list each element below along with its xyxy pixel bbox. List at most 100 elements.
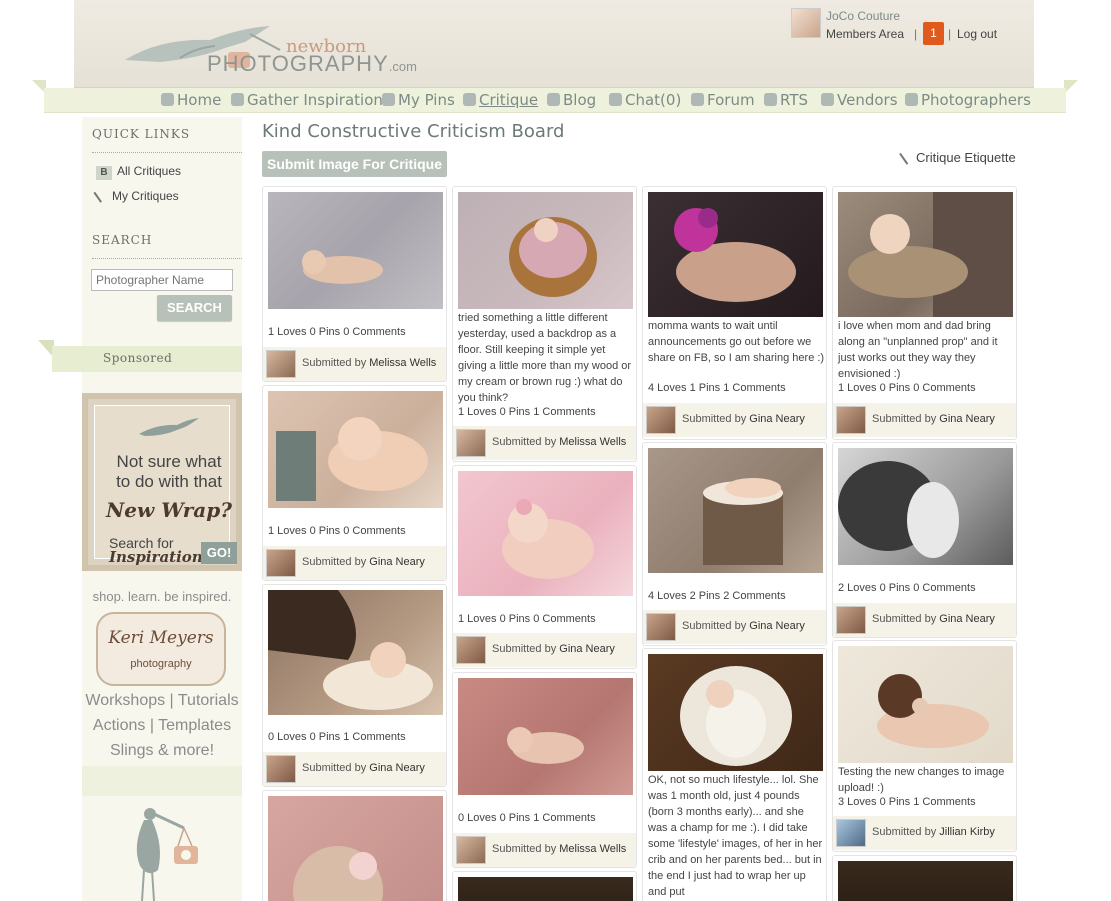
user-name[interactable]: JoCo Couture	[826, 9, 900, 23]
author-avatar[interactable]	[456, 429, 486, 457]
nav-item-blog[interactable]: Blog	[547, 91, 596, 109]
critique-stats: 4 Loves 1 Pins 1 Comments	[648, 382, 786, 394]
critique-photo[interactable]	[268, 192, 443, 309]
go-button[interactable]: GO!	[201, 542, 237, 564]
critique-card[interactable]: 1 Loves 0 Pins 0 Comments Submitted by G…	[452, 465, 637, 669]
author-avatar[interactable]	[836, 606, 866, 634]
new-wrap-ad[interactable]: Not sure what to do with that New Wrap? S…	[82, 393, 242, 571]
quick-links-heading: QUICK LINKS	[92, 127, 191, 141]
my-critiques-link[interactable]: My Critiques	[93, 187, 179, 203]
author-link[interactable]: Melissa Wells	[559, 436, 626, 448]
submitted-by: Submitted by Gina Neary	[833, 603, 1016, 637]
submitted-by: Submitted by Melissa Wells	[453, 426, 636, 460]
critique-photo[interactable]	[458, 192, 633, 309]
critique-stats: 3 Loves 0 Pins 1 Comments	[838, 796, 976, 808]
critique-stats: 1 Loves 0 Pins 0 Comments	[458, 613, 596, 625]
author-link[interactable]: Melissa Wells	[369, 357, 436, 369]
nav-ribbon-right	[1064, 80, 1078, 94]
critique-card[interactable]: OK, not so much lifestyle... lol. She wa…	[642, 648, 827, 901]
critique-card[interactable]: 0 Loves 0 Pins 1 Comments Submitted by G…	[262, 584, 447, 787]
critique-photo[interactable]	[268, 590, 443, 715]
author-link[interactable]: Gina Neary	[749, 413, 805, 425]
nav-item-rts[interactable]: RTS	[764, 91, 808, 109]
critique-stats: 1 Loves 0 Pins 1 Comments	[458, 406, 596, 418]
critique-stats: 4 Loves 2 Pins 2 Comments	[648, 590, 786, 602]
submitted-by: Submitted by Gina Neary	[263, 546, 446, 580]
critique-card[interactable]: 2 Loves 0 Pins 0 Comments Submitted by G…	[832, 442, 1017, 638]
author-avatar[interactable]	[266, 350, 296, 378]
critique-photo[interactable]	[458, 471, 633, 596]
author-avatar[interactable]	[456, 836, 486, 864]
page: newborn PHOTOGRAPHY.com JoCo Couture Mem…	[0, 0, 1111, 901]
critique-photo[interactable]	[458, 678, 633, 795]
nav-item-photographers[interactable]: Photographers	[905, 91, 1031, 109]
critique-card[interactable]	[452, 871, 637, 901]
author-avatar[interactable]	[266, 549, 296, 577]
critique-card[interactable]: momma wants to wait until announcements …	[642, 186, 827, 440]
critique-stats: 0 Loves 0 Pins 1 Comments	[268, 731, 406, 743]
submit-critique-button[interactable]: Submit Image For Critique	[262, 151, 447, 177]
ad-text: Actions | Templates	[92, 717, 232, 734]
ad-text: Workshops | Tutorials	[85, 692, 239, 709]
critique-photo[interactable]	[838, 192, 1013, 317]
critique-card[interactable]	[262, 790, 447, 901]
author-link[interactable]: Jillian Kirby	[939, 826, 995, 838]
stork-ad[interactable]	[82, 766, 242, 901]
critique-photo[interactable]	[458, 877, 633, 901]
author-link[interactable]: Melissa Wells	[559, 843, 626, 855]
critique-photo[interactable]	[838, 861, 1013, 901]
critique-card[interactable]: 1 Loves 0 Pins 0 Comments Submitted by M…	[262, 186, 447, 382]
nav-item-forum[interactable]: Forum	[691, 91, 755, 109]
author-link[interactable]: Gina Neary	[939, 613, 995, 625]
members-area-link[interactable]: Members Area	[826, 27, 904, 41]
critique-photo[interactable]	[838, 646, 1013, 763]
critique-photo[interactable]	[268, 391, 443, 508]
author-link[interactable]: Gina Neary	[369, 556, 425, 568]
submitted-by: Submitted by Gina Neary	[643, 403, 826, 437]
author-avatar[interactable]	[266, 755, 296, 783]
critique-card[interactable]: 4 Loves 2 Pins 2 Comments Submitted by G…	[642, 442, 827, 646]
critique-card[interactable]: Testing the new changes to image upload!…	[832, 640, 1017, 852]
author-link[interactable]: Gina Neary	[749, 620, 805, 632]
critique-card[interactable]: tried something a little different yeste…	[452, 186, 637, 462]
user-avatar[interactable]	[791, 8, 821, 38]
nav-item-my-pins[interactable]: My Pins	[382, 91, 455, 109]
critique-photo[interactable]	[648, 192, 823, 317]
tag-icon	[764, 93, 777, 106]
author-avatar[interactable]	[456, 636, 486, 664]
photographer-search-input[interactable]	[91, 269, 233, 291]
nav-item-gather-inspiration[interactable]: Gather Inspiration	[231, 91, 383, 109]
all-critiques-link[interactable]: B All Critiques	[96, 164, 181, 180]
nav-item-chat[interactable]: Chat(0)	[609, 91, 681, 109]
critique-photo[interactable]	[648, 654, 823, 771]
notification-badge[interactable]: 1	[923, 22, 944, 45]
author-avatar[interactable]	[836, 819, 866, 847]
critique-photo[interactable]	[648, 448, 823, 573]
author-link[interactable]: Gina Neary	[559, 643, 615, 655]
critique-photo[interactable]	[268, 796, 443, 901]
nav-item-home[interactable]: Home	[161, 91, 221, 109]
critique-photo[interactable]	[838, 448, 1013, 565]
critique-stats: 0 Loves 0 Pins 1 Comments	[458, 812, 596, 824]
keri-meyers-logo[interactable]: Keri Meyers photography	[96, 612, 226, 686]
logout-link[interactable]: Log out	[957, 27, 997, 41]
critique-card[interactable]	[832, 855, 1017, 901]
author-link[interactable]: Gina Neary	[939, 413, 995, 425]
chat-icon	[609, 93, 622, 106]
critique-card[interactable]: i love when mom and dad bring along an "…	[832, 186, 1017, 440]
sponsored-label: Sponsored	[103, 351, 173, 365]
critique-etiquette-link[interactable]: Critique Etiquette	[899, 148, 1016, 165]
heart-icon	[463, 93, 476, 106]
author-link[interactable]: Gina Neary	[369, 762, 425, 774]
author-avatar[interactable]	[646, 613, 676, 641]
nav-item-critique[interactable]: Critique	[463, 91, 538, 109]
nav-item-vendors[interactable]: Vendors	[821, 91, 898, 109]
submitted-by: Submitted by Gina Neary	[643, 610, 826, 644]
submitted-by: Submitted by Gina Neary	[263, 752, 446, 786]
author-avatar[interactable]	[646, 406, 676, 434]
critique-card[interactable]: 1 Loves 0 Pins 0 Comments Submitted by G…	[262, 385, 447, 581]
ad-text: Slings & more!	[109, 742, 215, 759]
author-avatar[interactable]	[836, 406, 866, 434]
critique-card[interactable]: 0 Loves 0 Pins 1 Comments Submitted by M…	[452, 672, 637, 868]
search-button[interactable]: SEARCH	[157, 295, 232, 321]
